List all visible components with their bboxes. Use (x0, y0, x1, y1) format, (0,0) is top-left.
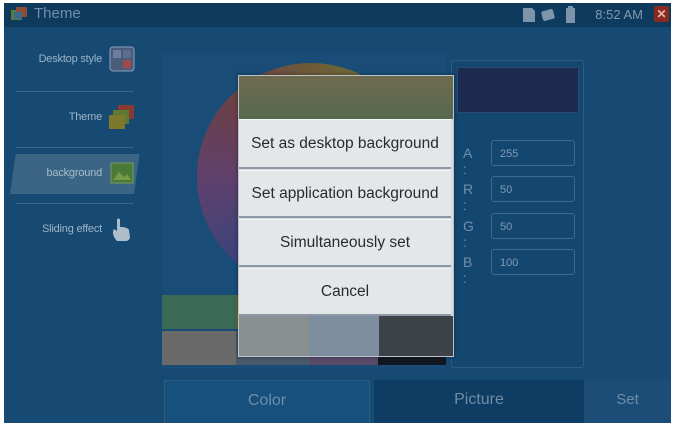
tab-picture[interactable]: Picture (374, 380, 584, 423)
set-application-background-button[interactable]: Set application background (239, 170, 451, 218)
sidebar-item-sliding-effect[interactable]: Sliding effect (10, 205, 140, 255)
background-icon (110, 162, 134, 184)
sidebar-item-label: Sliding effect (42, 223, 102, 235)
app-title: Theme (34, 5, 81, 22)
sidebar-divider (16, 203, 134, 204)
argb-label: R : (463, 181, 474, 213)
sidebar: Desktop style Theme background Sliding e… (4, 27, 156, 423)
blue-input[interactable]: 100 (491, 249, 575, 275)
tab-color[interactable]: Color (164, 380, 370, 423)
dialog-footer (239, 316, 453, 356)
simultaneously-set-button[interactable]: Simultaneously set (239, 219, 451, 267)
hand-gesture-icon (113, 218, 130, 241)
color-preview (457, 67, 579, 113)
sidebar-divider (16, 91, 134, 92)
green-input[interactable]: 50 (491, 213, 575, 239)
alpha-input[interactable]: 255 (491, 140, 575, 166)
sd-card-icon (523, 8, 535, 22)
sidebar-item-background[interactable]: background (10, 149, 140, 199)
battery-icon (566, 6, 575, 23)
sidebar-item-label: background (46, 167, 103, 179)
set-background-dialog: Set as desktop background Set applicatio… (238, 75, 454, 357)
theme-app-icon (11, 7, 27, 20)
close-icon[interactable]: ✕ (654, 6, 669, 22)
argb-label: G : (463, 218, 474, 250)
set-desktop-background-button[interactable]: Set as desktop background (239, 119, 451, 169)
sidebar-item-theme[interactable]: Theme (10, 93, 140, 143)
dialog-header (239, 76, 453, 119)
color-swatch[interactable] (162, 295, 236, 329)
sidebar-item-label: Desktop style (38, 53, 103, 65)
sidebar-item-desktop-style[interactable]: Desktop style (10, 35, 140, 85)
set-button[interactable]: Set (584, 380, 671, 423)
sidebar-item-label: Theme (68, 111, 102, 123)
argb-label: B : (463, 254, 473, 286)
status-time: 8:52 AM (595, 7, 643, 22)
red-input[interactable]: 50 (491, 176, 575, 202)
tab-bar: Color Picture Set (164, 380, 671, 423)
sidebar-divider (16, 147, 134, 148)
desktop-style-icon (109, 46, 135, 72)
argb-label: A : (463, 145, 472, 177)
theme-icon (109, 105, 134, 129)
color-swatch[interactable] (162, 331, 236, 365)
phone-icon (541, 9, 555, 21)
status-bar: Theme 8:52 AM ✕ (4, 3, 671, 27)
cancel-button[interactable]: Cancel (239, 268, 451, 316)
device-screen: Theme 8:52 AM ✕ Desktop style Theme back… (4, 3, 671, 423)
